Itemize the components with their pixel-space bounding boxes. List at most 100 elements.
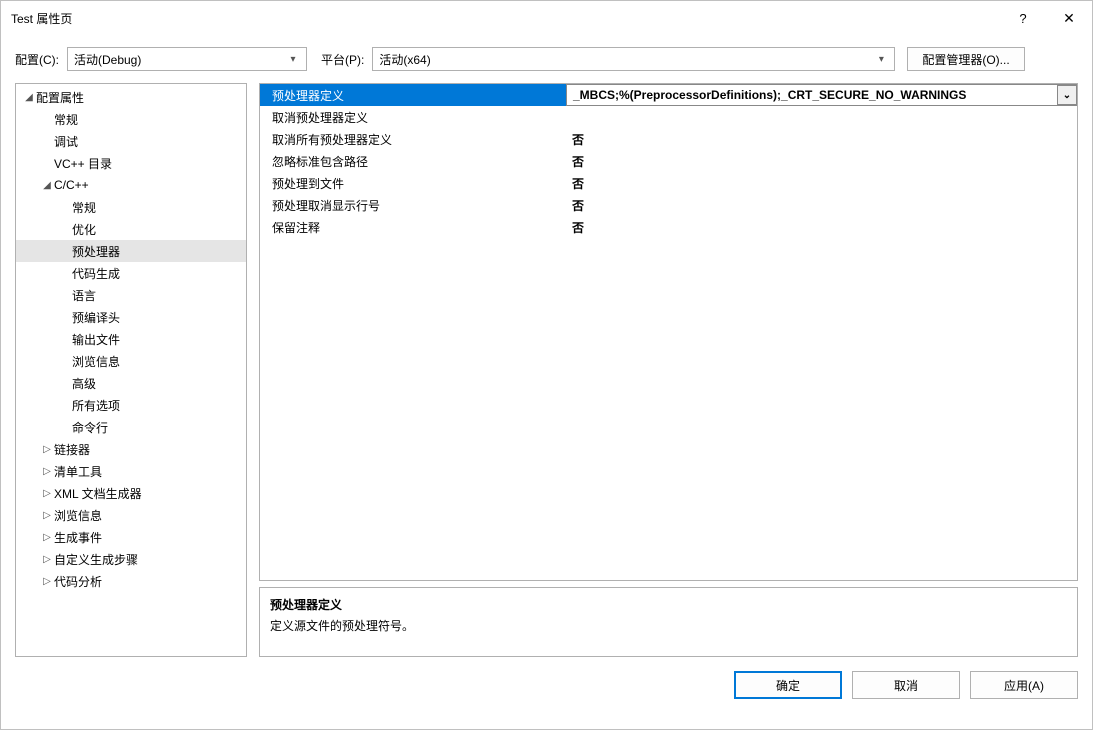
tree-item-label: XML 文档生成器 <box>54 485 142 502</box>
cancel-label: 取消 <box>894 677 918 694</box>
property-name: 忽略标准包含路径 <box>260 150 566 172</box>
tree-item[interactable]: ◢VC++ 目录 <box>16 152 246 174</box>
tree-item[interactable]: ◢所有选项 <box>16 394 246 416</box>
tree-item[interactable]: ◢命令行 <box>16 416 246 438</box>
grid-row[interactable]: 预处理取消显示行号否 <box>260 194 1077 216</box>
grid-row[interactable]: 预处理器定义 _MBCS;%(PreprocessorDefinitions);_… <box>260 84 1077 106</box>
tree-item[interactable]: ◢预处理器 <box>16 240 246 262</box>
description-title: 预处理器定义 <box>270 596 1067 613</box>
property-value[interactable]: 否 <box>566 194 1077 216</box>
tree-item-label: 浏览信息 <box>72 353 120 370</box>
tree-item-label: C/C++ <box>54 178 89 192</box>
tree-item-label: 代码分析 <box>54 573 102 590</box>
property-name: 预处理器定义 <box>260 84 566 106</box>
tree-item[interactable]: ◢C/C++ <box>16 174 246 196</box>
tree-item[interactable]: ▷链接器 <box>16 438 246 460</box>
platform-label: 平台(P): <box>321 51 364 68</box>
grid-row[interactable]: 取消所有预处理器定义否 <box>260 128 1077 150</box>
chevron-down-icon: ▾ <box>286 54 300 65</box>
tree-item-label: 语言 <box>72 287 96 304</box>
config-select[interactable]: 活动(Debug) ▾ <box>67 47 307 71</box>
property-value-text: _MBCS;%(PreprocessorDefinitions);_CRT_SE… <box>573 88 966 102</box>
tree-item-label: 预处理器 <box>72 243 120 260</box>
tree-item[interactable]: ▷生成事件 <box>16 526 246 548</box>
close-button[interactable]: ✕ <box>1046 3 1092 33</box>
toolbar: 配置(C): 活动(Debug) ▾ 平台(P): 活动(x64) ▾ 配置管理… <box>1 35 1092 83</box>
property-value[interactable]: 否 <box>566 172 1077 194</box>
tree-item[interactable]: ◢语言 <box>16 284 246 306</box>
property-grid[interactable]: 预处理器定义 _MBCS;%(PreprocessorDefinitions);_… <box>259 83 1078 581</box>
grid-row[interactable]: 取消预处理器定义 <box>260 106 1077 128</box>
tree-item-label: VC++ 目录 <box>54 155 112 172</box>
window-title: Test 属性页 <box>11 10 1000 27</box>
tree-item[interactable]: ◢预编译头 <box>16 306 246 328</box>
tree-item-label: 调试 <box>54 133 78 150</box>
chevron-right-icon[interactable]: ▷ <box>40 488 54 499</box>
main-area: ◢配置属性◢常规◢调试◢VC++ 目录◢C/C++◢常规◢优化◢预处理器◢代码生… <box>1 83 1092 657</box>
tree-item[interactable]: ◢调试 <box>16 130 246 152</box>
property-value[interactable]: 否 <box>566 150 1077 172</box>
grid-row[interactable]: 预处理到文件否 <box>260 172 1077 194</box>
chevron-right-icon[interactable]: ▷ <box>40 532 54 543</box>
tree-item[interactable]: ▷清单工具 <box>16 460 246 482</box>
chevron-right-icon[interactable]: ▷ <box>40 554 54 565</box>
property-name: 预处理取消显示行号 <box>260 194 566 216</box>
help-icon: ? <box>1019 11 1026 26</box>
tree-item-label: 生成事件 <box>54 529 102 546</box>
tree-item[interactable]: ◢高级 <box>16 372 246 394</box>
dropdown-button[interactable]: ⌄ <box>1057 85 1077 105</box>
chevron-right-icon[interactable]: ▷ <box>40 444 54 455</box>
tree-item-label: 链接器 <box>54 441 90 458</box>
ok-button[interactable]: 确定 <box>734 671 842 699</box>
tree-item-label: 浏览信息 <box>54 507 102 524</box>
help-button[interactable]: ? <box>1000 3 1046 33</box>
config-label: 配置(C): <box>15 51 59 68</box>
tree-item-label: 自定义生成步骤 <box>54 551 138 568</box>
property-value-text: 否 <box>572 219 584 236</box>
grid-row[interactable]: 保留注释否 <box>260 216 1077 238</box>
tree-item-label: 预编译头 <box>72 309 120 326</box>
tree-item[interactable]: ◢代码生成 <box>16 262 246 284</box>
property-value[interactable]: 否 <box>566 128 1077 150</box>
chevron-right-icon[interactable]: ▷ <box>40 510 54 521</box>
property-value[interactable]: _MBCS;%(PreprocessorDefinitions);_CRT_SE… <box>566 84 1077 106</box>
config-manager-label: 配置管理器(O)... <box>922 51 1009 68</box>
grid-row[interactable]: 忽略标准包含路径否 <box>260 150 1077 172</box>
apply-button[interactable]: 应用(A) <box>970 671 1078 699</box>
platform-select[interactable]: 活动(x64) ▾ <box>372 47 895 71</box>
tree-item[interactable]: ◢常规 <box>16 196 246 218</box>
tree-item-label: 优化 <box>72 221 96 238</box>
tree-item[interactable]: ▷代码分析 <box>16 570 246 592</box>
tree-item[interactable]: ▷浏览信息 <box>16 504 246 526</box>
tree-item[interactable]: ▷XML 文档生成器 <box>16 482 246 504</box>
tree-item[interactable]: ◢优化 <box>16 218 246 240</box>
property-value-text: 否 <box>572 175 584 192</box>
chevron-right-icon[interactable]: ▷ <box>40 466 54 477</box>
chevron-down-icon[interactable]: ◢ <box>22 92 36 103</box>
tree-item-label: 所有选项 <box>72 397 120 414</box>
property-value-text: 否 <box>572 131 584 148</box>
property-value[interactable]: 否 <box>566 216 1077 238</box>
tree-item-label: 输出文件 <box>72 331 120 348</box>
titlebar: Test 属性页 ? ✕ <box>1 1 1092 35</box>
tree-item[interactable]: ◢浏览信息 <box>16 350 246 372</box>
property-name: 取消所有预处理器定义 <box>260 128 566 150</box>
tree-item-label: 配置属性 <box>36 89 84 106</box>
chevron-right-icon[interactable]: ▷ <box>40 576 54 587</box>
config-select-value: 活动(Debug) <box>74 51 286 68</box>
property-value[interactable] <box>566 106 1077 128</box>
tree-item-label: 命令行 <box>72 419 108 436</box>
tree-item[interactable]: ▷自定义生成步骤 <box>16 548 246 570</box>
tree-item[interactable]: ◢配置属性 <box>16 86 246 108</box>
chevron-down-icon[interactable]: ◢ <box>40 180 54 191</box>
config-manager-button[interactable]: 配置管理器(O)... <box>907 47 1024 71</box>
description-panel: 预处理器定义 定义源文件的预处理符号。 <box>259 587 1078 657</box>
tree-item[interactable]: ◢输出文件 <box>16 328 246 350</box>
chevron-down-icon: ⌄ <box>1063 90 1071 101</box>
right-panel: 预处理器定义 _MBCS;%(PreprocessorDefinitions);_… <box>259 83 1078 657</box>
cancel-button[interactable]: 取消 <box>852 671 960 699</box>
tree-item-label: 清单工具 <box>54 463 102 480</box>
tree-item[interactable]: ◢常规 <box>16 108 246 130</box>
close-icon: ✕ <box>1063 10 1075 27</box>
nav-tree[interactable]: ◢配置属性◢常规◢调试◢VC++ 目录◢C/C++◢常规◢优化◢预处理器◢代码生… <box>15 83 247 657</box>
